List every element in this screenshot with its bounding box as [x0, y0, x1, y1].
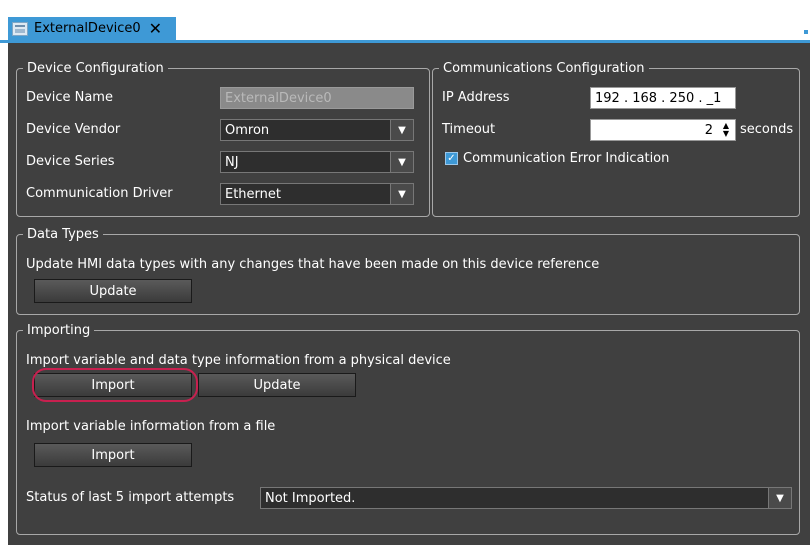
timeout-input[interactable]: 2	[590, 119, 736, 141]
device-vendor-value: Omron	[225, 122, 270, 138]
import-from-file-button[interactable]: Import	[34, 443, 192, 467]
timeout-stepper[interactable]: ▲ ▼	[718, 121, 734, 139]
importing-update-button[interactable]: Update	[198, 373, 356, 397]
data-types-description: Update HMI data types with any changes t…	[26, 257, 600, 272]
chevron-down-icon[interactable]: ▼	[390, 184, 413, 204]
document-tabstrip: ExternalDevice0 ✕	[0, 0, 810, 44]
communications-configuration-legend: Communications Configuration	[443, 61, 645, 76]
device-series-dropdown[interactable]: NJ ▼	[220, 151, 414, 173]
file-import-description: Import variable information from a file	[26, 419, 276, 434]
device-vendor-label: Device Vendor	[26, 122, 121, 137]
import-status-dropdown[interactable]: Not Imported. ▼	[260, 487, 792, 509]
checkmark-icon: ✓	[447, 153, 456, 164]
timeout-value: 2	[704, 122, 713, 138]
chevron-down-icon[interactable]: ▼	[390, 152, 413, 172]
tab-title: ExternalDevice0	[34, 21, 141, 36]
communication-driver-label: Communication Driver	[26, 186, 173, 201]
error-indication-label: Communication Error Indication	[463, 151, 670, 166]
ip-address-label: IP Address	[442, 90, 510, 105]
stepper-down-icon[interactable]: ▼	[723, 130, 729, 138]
device-name-field: ExternalDevice0	[220, 87, 414, 109]
error-indication-checkbox[interactable]: ✓	[445, 152, 458, 165]
timeout-unit-label: seconds	[740, 122, 794, 137]
device-series-value: NJ	[225, 154, 239, 170]
ip-address-input[interactable]: 192 . 168 . 250 . _1	[590, 87, 736, 109]
timeout-label: Timeout	[442, 122, 496, 137]
device-series-label: Device Series	[26, 154, 115, 169]
chevron-down-icon[interactable]: ▼	[768, 488, 791, 508]
device-vendor-dropdown[interactable]: Omron ▼	[220, 119, 414, 141]
physical-import-description: Import variable and data type informatio…	[26, 353, 451, 368]
data-types-legend: Data Types	[27, 227, 99, 242]
device-settings-panel: Device Configuration Device Name Externa…	[8, 43, 810, 545]
close-icon[interactable]: ✕	[149, 19, 162, 38]
data-types-update-button[interactable]: Update	[34, 279, 192, 303]
tab-external-device[interactable]: ExternalDevice0 ✕	[8, 17, 176, 40]
communication-driver-value: Ethernet	[225, 186, 281, 202]
device-name-label: Device Name	[26, 90, 113, 105]
import-button-highlight	[32, 368, 198, 402]
importing-legend: Importing	[27, 323, 91, 338]
tabstrip-corner-marker	[804, 30, 808, 34]
device-icon	[12, 21, 28, 36]
chevron-down-icon[interactable]: ▼	[390, 120, 413, 140]
communication-driver-dropdown[interactable]: Ethernet ▼	[220, 183, 414, 205]
device-configuration-legend: Device Configuration	[27, 61, 164, 76]
import-status-value: Not Imported.	[265, 490, 356, 506]
import-status-label: Status of last 5 import attempts	[26, 490, 235, 505]
